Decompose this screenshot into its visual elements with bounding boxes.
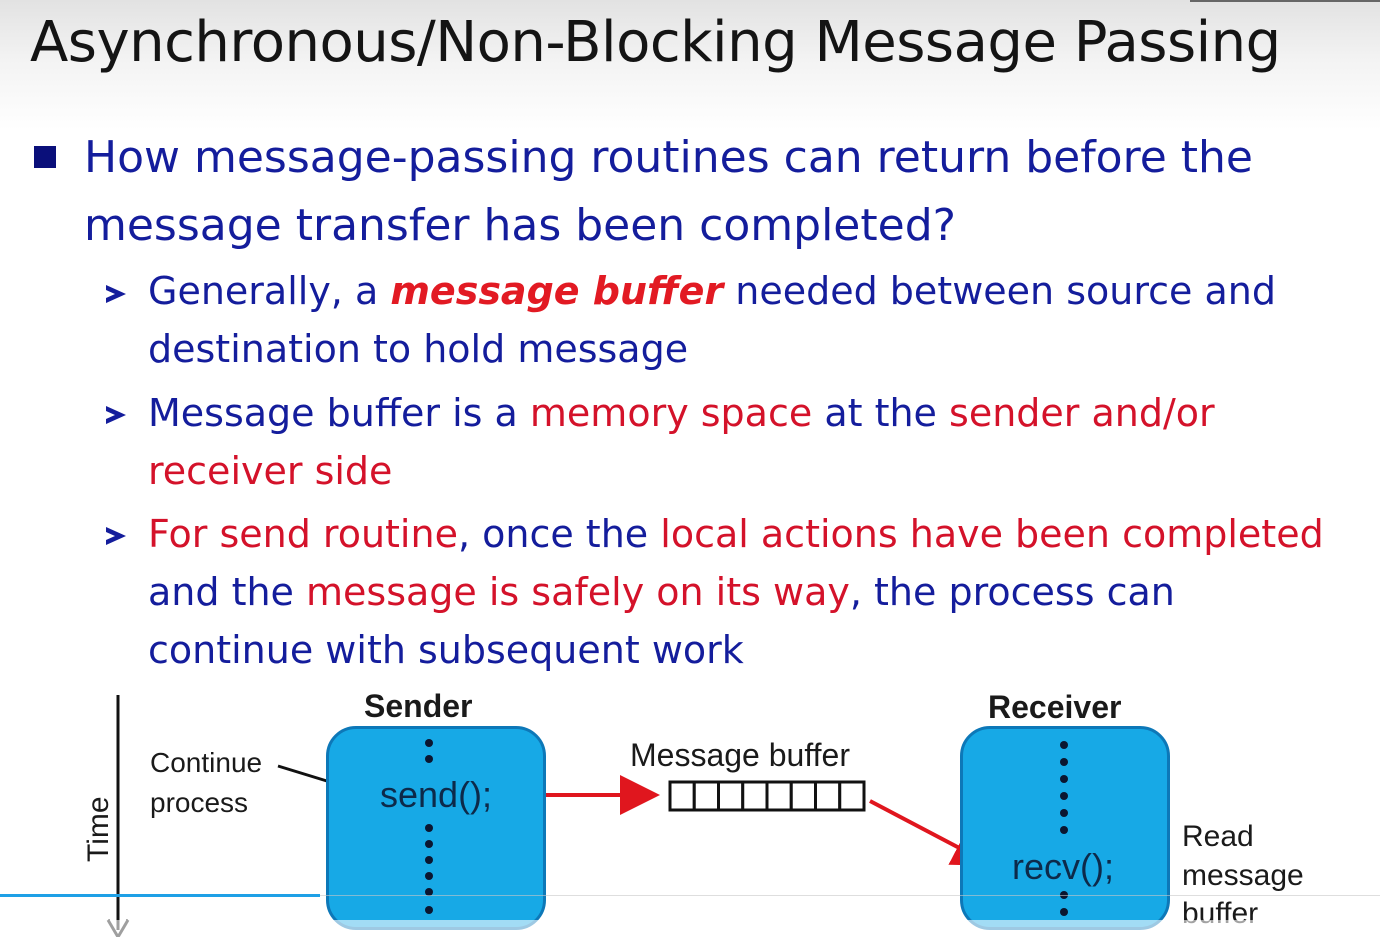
read-label: Read	[1182, 820, 1254, 853]
buffer-cell	[789, 780, 817, 812]
video-progress-bar[interactable]	[0, 894, 320, 897]
buffer-cell	[814, 780, 842, 812]
recv-call: recv();	[1012, 846, 1114, 887]
send-call: send();	[380, 774, 493, 815]
buffer-cell	[838, 780, 866, 812]
buffer-cell	[717, 780, 745, 812]
buffer-cell	[692, 780, 720, 812]
video-progress-track[interactable]	[320, 895, 1380, 896]
buffer-cell	[765, 780, 793, 812]
video-controls-bar	[0, 920, 1380, 937]
buffer-cell	[741, 780, 769, 812]
message-label: message	[1182, 859, 1304, 892]
message-buffer-label: Message buffer	[630, 737, 850, 773]
message-buffer	[668, 780, 866, 812]
buffer-cell	[668, 780, 696, 812]
